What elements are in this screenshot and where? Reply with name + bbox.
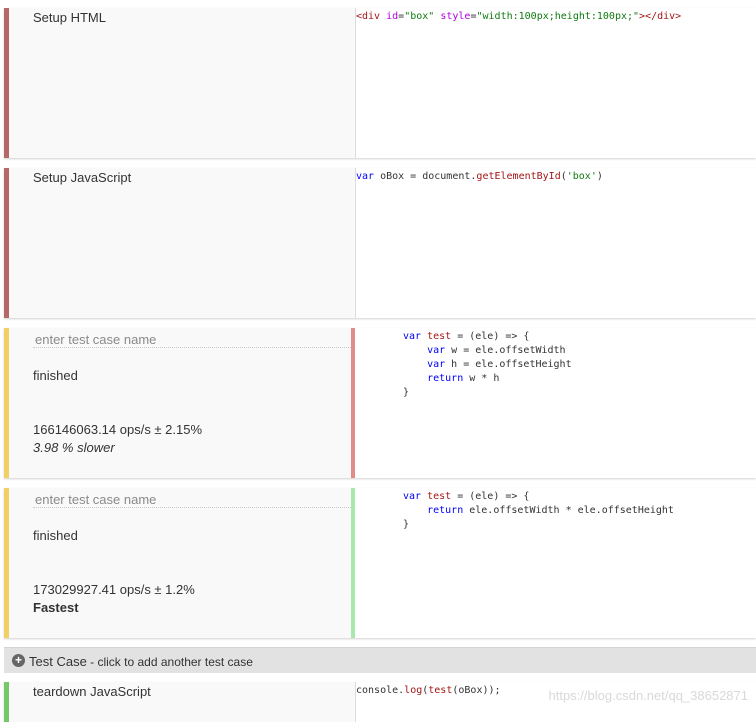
add-test-case-bar[interactable]: + Test Case - click to add another test … <box>4 647 756 673</box>
teardown-editor[interactable]: console.log(test(oBox)); https://blog.cs… <box>355 682 756 722</box>
setup-js-panel: Setup JavaScript var oBox = document.get… <box>4 168 756 318</box>
test-case-name-input[interactable] <box>33 492 351 508</box>
test-case-ops: 166146063.14 ops/s ± 2.15% <box>33 422 203 437</box>
setup-js-editor[interactable]: var oBox = document.getElementById('box'… <box>355 168 756 318</box>
test-case-panel-2: finished 173029927.41 ops/s ± 1.2% Faste… <box>4 488 756 638</box>
watermark: https://blog.csdn.net/qq_38652871 <box>548 688 749 703</box>
setup-js-label: Setup JavaScript <box>33 170 132 185</box>
test-case-panel-1: finished 166146063.14 ops/s ± 2.15% 3.98… <box>4 328 756 478</box>
add-test-case-label: Test Case <box>29 654 87 669</box>
test-case-editor[interactable]: var test = (ele) => { var w = ele.offset… <box>355 328 756 478</box>
teardown-label: teardown JavaScript <box>33 684 151 699</box>
test-case-ops: 173029927.41 ops/s ± 1.2% <box>33 582 195 597</box>
teardown-stripe <box>4 682 9 722</box>
teardown-panel: teardown JavaScript console.log(test(oBo… <box>4 682 756 722</box>
test-case-stripe <box>4 488 9 638</box>
setup-html-editor[interactable]: <div id="box" style="width:100px;height:… <box>355 8 756 158</box>
test-case-status: finished <box>33 528 78 543</box>
setup-html-stripe <box>4 8 9 158</box>
test-case-status: finished <box>33 368 78 383</box>
setup-html-label: Setup HTML <box>33 10 106 25</box>
add-test-case-text[interactable]: Test Case - click to add another test ca… <box>29 654 253 669</box>
test-case-name-input[interactable] <box>33 332 351 348</box>
test-case-editor[interactable]: var test = (ele) => { return ele.offsetW… <box>355 488 756 638</box>
plus-circle-icon[interactable]: + <box>12 654 25 667</box>
test-case-relative: 3.98 % slower <box>33 440 115 455</box>
setup-js-stripe <box>4 168 9 318</box>
add-test-case-hint: - click to add another test case <box>86 655 253 669</box>
test-case-relative: Fastest <box>33 600 79 615</box>
test-case-stripe <box>4 328 9 478</box>
setup-html-panel: Setup HTML <div id="box" style="width:10… <box>4 8 756 158</box>
